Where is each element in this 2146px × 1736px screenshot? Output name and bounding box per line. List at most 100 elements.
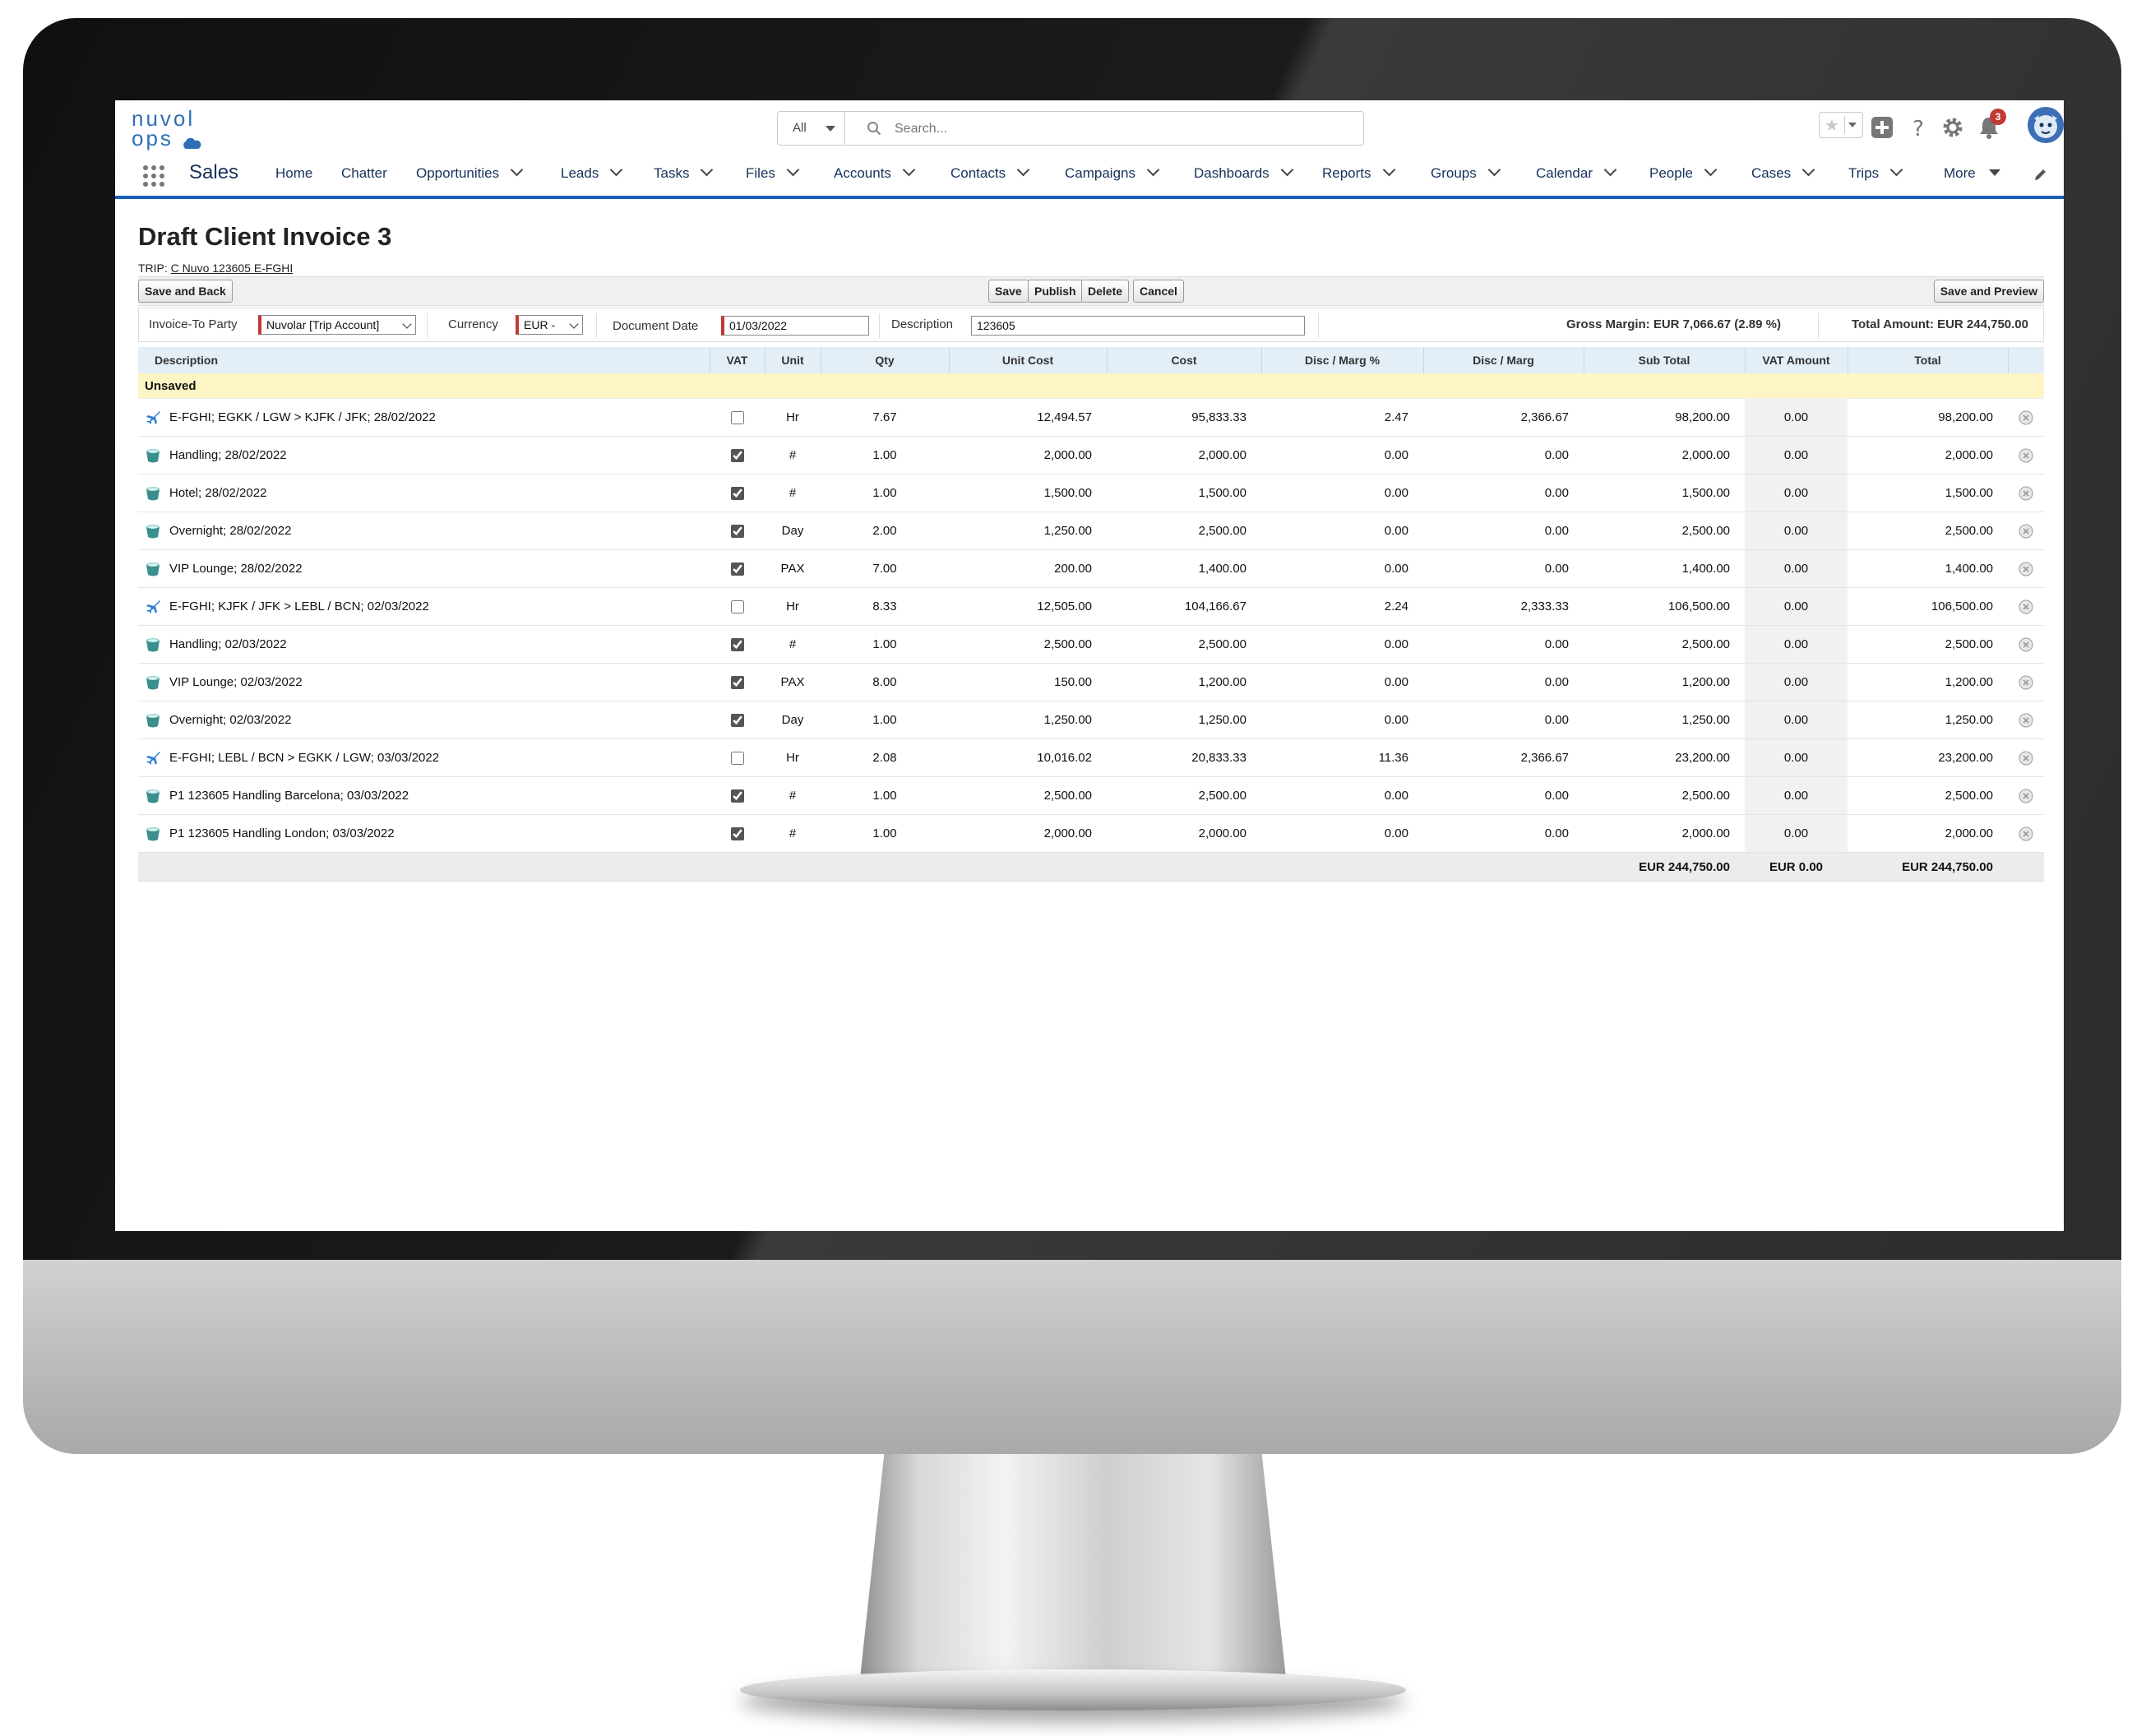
cell-unit[interactable]: # — [765, 436, 821, 475]
column-header-unit[interactable]: Unit — [765, 347, 821, 373]
cell-qty[interactable]: 8.00 — [821, 663, 949, 701]
cell-qty[interactable]: 1.00 — [821, 474, 949, 512]
cell-disc-marg-pct[interactable]: 0.00 — [1261, 625, 1423, 664]
cell-qty[interactable]: 1.00 — [821, 436, 949, 475]
nuvolops-logo[interactable]: nuvol ops — [132, 108, 206, 149]
cell-disc-marg[interactable]: 2,366.67 — [1423, 738, 1584, 777]
cell-qty[interactable]: 1.00 — [821, 701, 949, 739]
cell-unit[interactable]: PAX — [765, 663, 821, 701]
cell-unit-cost[interactable]: 2,500.00 — [949, 776, 1107, 815]
cell-disc-marg[interactable]: 0.00 — [1423, 474, 1584, 512]
cell-unit[interactable]: Day — [765, 512, 821, 550]
cell-qty[interactable]: 8.33 — [821, 587, 949, 626]
nav-item-tasks[interactable]: Tasks — [654, 163, 714, 182]
remove-circle-icon[interactable] — [2019, 410, 2033, 425]
cell-disc-marg[interactable]: 0.00 — [1423, 512, 1584, 550]
vat-checkbox[interactable] — [730, 411, 744, 425]
waffle-grid-icon[interactable] — [141, 164, 166, 188]
column-header-description[interactable]: Description — [138, 347, 710, 373]
cell-qty[interactable]: 1.00 — [821, 814, 949, 853]
nav-item-people[interactable]: People — [1649, 163, 1718, 182]
cell-unit-cost[interactable]: 1,250.00 — [949, 701, 1107, 739]
cell-unit[interactable]: Hr — [765, 738, 821, 777]
line-description[interactable]: VIP Lounge; 02/03/2022 — [169, 674, 303, 688]
line-description[interactable]: Hotel; 28/02/2022 — [169, 485, 266, 499]
cell-unit[interactable]: Hr — [765, 587, 821, 626]
column-header-disc-marg-pct[interactable]: Disc / Marg % — [1261, 347, 1424, 373]
cell-unit[interactable]: Day — [765, 701, 821, 739]
nav-item-campaigns[interactable]: Campaigns — [1065, 163, 1160, 182]
vat-checkbox[interactable] — [730, 449, 744, 463]
vat-checkbox[interactable] — [730, 600, 744, 614]
cell-qty[interactable]: 2.00 — [821, 512, 949, 550]
save-and-back-button[interactable]: Save and Back — [138, 280, 233, 303]
cell-disc-marg[interactable]: 2,366.67 — [1423, 398, 1584, 437]
nav-item-calendar[interactable]: Calendar — [1536, 163, 1617, 182]
cell-disc-marg-pct[interactable]: 0.00 — [1261, 474, 1423, 512]
remove-circle-icon[interactable] — [2019, 637, 2033, 652]
cell-qty[interactable]: 7.67 — [821, 398, 949, 437]
currency-select[interactable]: EUR - — [516, 315, 583, 335]
favorites-button[interactable]: ★ — [1819, 112, 1863, 138]
vat-checkbox[interactable] — [730, 752, 744, 766]
cell-unit-cost[interactable]: 12,505.00 — [949, 587, 1107, 626]
remove-circle-icon[interactable] — [2019, 675, 2033, 690]
cell-qty[interactable]: 1.00 — [821, 776, 949, 815]
cell-disc-marg[interactable]: 0.00 — [1423, 701, 1584, 739]
cell-disc-marg[interactable]: 0.00 — [1423, 814, 1584, 853]
publish-button[interactable]: Publish — [1028, 280, 1083, 303]
cell-disc-marg[interactable]: 0.00 — [1423, 549, 1584, 588]
nav-item-trips[interactable]: Trips — [1848, 163, 1903, 182]
cell-disc-marg-pct[interactable]: 0.00 — [1261, 663, 1423, 701]
cell-unit-cost[interactable]: 12,494.57 — [949, 398, 1107, 437]
vat-checkbox[interactable] — [730, 827, 744, 841]
vat-checkbox[interactable] — [730, 562, 744, 576]
global-actions-icon[interactable] — [1870, 115, 1894, 140]
remove-circle-icon[interactable] — [2019, 789, 2033, 803]
cell-unit-cost[interactable]: 1,250.00 — [949, 512, 1107, 550]
remove-circle-icon[interactable] — [2019, 562, 2033, 576]
nav-item-chatter[interactable]: Chatter — [341, 165, 387, 182]
cell-disc-marg-pct[interactable]: 0.00 — [1261, 814, 1423, 853]
column-header-unit-cost[interactable]: Unit Cost — [949, 347, 1108, 373]
line-description[interactable]: E-FGHI; LEBL / BCN > EGKK / LGW; 03/03/2… — [169, 750, 439, 764]
line-description[interactable]: E-FGHI; KJFK / JFK > LEBL / BCN; 02/03/2… — [169, 599, 429, 613]
column-header-qty[interactable]: Qty — [821, 347, 950, 373]
column-header-vat[interactable]: VAT — [710, 347, 765, 373]
remove-circle-icon[interactable] — [2019, 524, 2033, 539]
nav-item-groups[interactable]: Groups — [1431, 163, 1501, 182]
vat-checkbox[interactable] — [730, 714, 744, 728]
remove-circle-icon[interactable] — [2019, 751, 2033, 766]
line-description[interactable]: E-FGHI; EGKK / LGW > KJFK / JFK; 28/02/2… — [169, 410, 436, 424]
cell-disc-marg-pct[interactable]: 0.00 — [1261, 512, 1423, 550]
cell-disc-marg-pct[interactable]: 0.00 — [1261, 701, 1423, 739]
cell-disc-marg-pct[interactable]: 11.36 — [1261, 738, 1423, 777]
nav-item-contacts[interactable]: Contacts — [950, 163, 1030, 182]
cell-disc-marg-pct[interactable]: 2.47 — [1261, 398, 1423, 437]
cell-disc-marg-pct[interactable]: 0.00 — [1261, 436, 1423, 475]
vat-checkbox[interactable] — [730, 676, 744, 690]
save-and-preview-button[interactable]: Save and Preview — [1933, 280, 2044, 303]
remove-circle-icon[interactable] — [2019, 713, 2033, 728]
help-icon[interactable]: ? — [1906, 115, 1931, 140]
trip-link[interactable]: C Nuvo 123605 E-FGHI — [171, 262, 294, 275]
remove-circle-icon[interactable] — [2019, 486, 2033, 501]
line-description[interactable]: Overnight; 28/02/2022 — [169, 523, 291, 537]
document-date-input[interactable] — [721, 316, 869, 336]
nav-item-dashboards[interactable]: Dashboards — [1194, 163, 1293, 182]
column-header-sub-total[interactable]: Sub Total — [1584, 347, 1746, 373]
cell-unit[interactable]: # — [765, 625, 821, 664]
cell-disc-marg-pct[interactable]: 0.00 — [1261, 776, 1423, 815]
line-description[interactable]: P1 123605 Handling London; 03/03/2022 — [169, 826, 395, 840]
invoice-to-select[interactable]: Nuvolar [Trip Account] — [258, 315, 416, 335]
line-description[interactable]: Handling; 02/03/2022 — [169, 637, 287, 650]
cell-unit[interactable]: PAX — [765, 549, 821, 588]
description-input[interactable] — [971, 316, 1305, 336]
cell-disc-marg[interactable]: 2,333.33 — [1423, 587, 1584, 626]
cell-disc-marg[interactable]: 0.00 — [1423, 776, 1584, 815]
search-scope-select[interactable]: All — [778, 112, 845, 145]
edit-nav-pencil-icon[interactable] — [2033, 166, 2049, 183]
cell-disc-marg[interactable]: 0.00 — [1423, 663, 1584, 701]
notifications-button[interactable]: 3 — [1977, 109, 2006, 140]
cell-unit[interactable]: # — [765, 776, 821, 815]
